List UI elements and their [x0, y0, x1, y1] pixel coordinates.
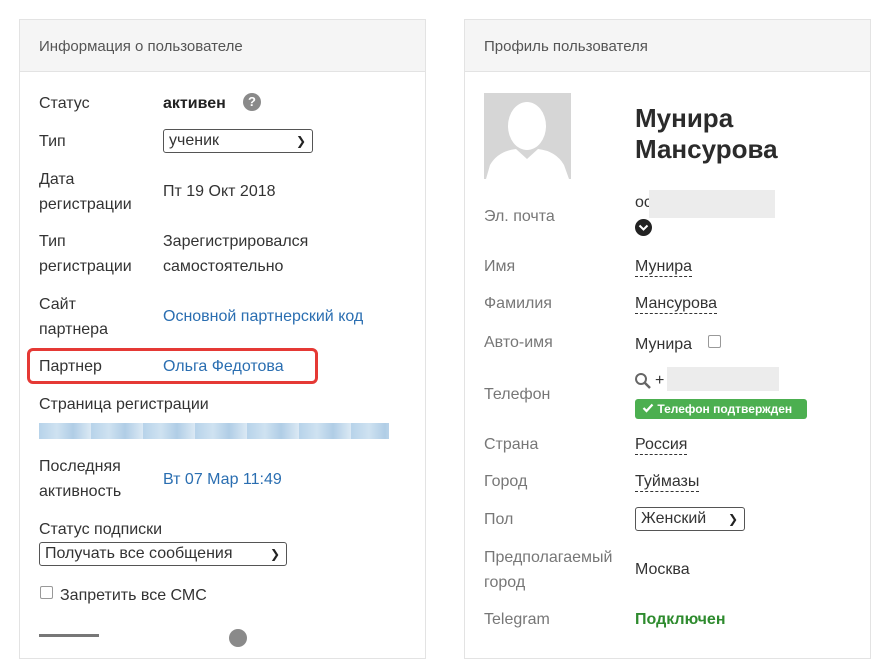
reg-date-label-line2: регистрации [39, 196, 132, 213]
phone-verified-text: Телефон подтвержден [657, 402, 793, 416]
partner-label: Партнер [39, 358, 102, 375]
reg-page-url-redacted[interactable] [39, 423, 389, 439]
help-icon[interactable] [229, 629, 247, 647]
city-label: Город [484, 473, 528, 490]
reg-type-value-line2: самостоятельно [163, 258, 284, 275]
search-icon[interactable] [634, 372, 652, 390]
status-label: Статус [39, 95, 90, 112]
city-value[interactable]: Туймазы [635, 473, 700, 492]
last-active-label-line2: активность [39, 483, 122, 500]
avatar-silhouette-icon [484, 93, 571, 179]
assumed-city-label-line1: Предполагаемый [484, 549, 613, 566]
check-icon [642, 403, 654, 413]
chevron-down-icon: ❯ [295, 134, 306, 148]
assumed-city-value: Москва [635, 561, 690, 578]
telegram-label: Telegram [484, 611, 550, 628]
auto-name-value: Мунира [635, 336, 693, 353]
subscription-label: Статус подписки [39, 521, 163, 538]
surname-label: Фамилия [484, 295, 552, 312]
country-value[interactable]: Россия [635, 436, 688, 455]
subscription-select-value: Получать все сообщения [45, 545, 233, 562]
phone-redacted [667, 367, 779, 391]
chevron-down-icon: ❯ [727, 512, 738, 526]
assumed-city-label-line2: город [484, 574, 526, 591]
status-value: активен [163, 95, 226, 112]
reg-type-label-line2: регистрации [39, 258, 132, 275]
partner-site-label-line1: Сайт [39, 296, 76, 313]
type-select-value: ученик [169, 132, 220, 149]
block-sms-checkbox[interactable] [40, 586, 53, 599]
type-select[interactable]: ученик ❯ [163, 129, 313, 153]
block-sms-label: Запретить все СМС [60, 587, 207, 604]
chevron-down-icon: ❯ [269, 547, 280, 561]
gender-select-value: Женский [641, 510, 707, 527]
reg-type-value-line1: Зарегистрировался [163, 233, 309, 250]
partner-site-label-line2: партнера [39, 321, 108, 338]
country-label: Страна [484, 436, 539, 453]
profile-last-name: Мансурова [635, 134, 778, 164]
email-label: Эл. почта [484, 208, 555, 225]
reg-date-value: Пт 19 Окт 2018 [163, 183, 276, 200]
telegram-status: Подключен [635, 611, 726, 628]
last-active-link[interactable]: Вт 07 Мар 11:49 [163, 467, 282, 492]
gender-select[interactable]: Женский ❯ [635, 507, 745, 531]
reg-type-label-line1: Тип [39, 233, 66, 250]
name-label: Имя [484, 258, 516, 275]
surname-value[interactable]: Мансурова [635, 295, 718, 314]
phone-verified-badge: Телефон подтвержден [635, 399, 807, 419]
partner-site-link[interactable]: Основной партнерский код [163, 304, 363, 329]
reg-date-label-line1: Дата [39, 171, 75, 188]
cut-off-row [39, 630, 99, 637]
reg-page-label: Страница регистрации [39, 396, 209, 413]
phone-label: Телефон [484, 386, 551, 403]
partner-link[interactable]: Ольга Федотова [163, 354, 284, 379]
subscription-select[interactable]: Получать все сообщения ❯ [39, 542, 287, 566]
name-value[interactable]: Мунира [635, 258, 693, 277]
phone-prefix: + [655, 372, 665, 389]
user-info-panel-title: Информация о пользователе [20, 20, 425, 72]
email-redacted [649, 190, 775, 218]
avatar [484, 93, 571, 179]
help-icon[interactable]: ? [243, 93, 261, 111]
chevron-down-icon[interactable] [635, 219, 652, 236]
last-active-label-line1: Последняя [39, 458, 121, 475]
type-label: Тип [39, 133, 66, 150]
user-profile-panel-title: Профиль пользователя [465, 20, 870, 72]
profile-first-name: Мунира [635, 103, 734, 133]
auto-name-checkbox[interactable] [708, 335, 721, 348]
gender-label: Пол [484, 511, 514, 528]
auto-name-label: Авто-имя [484, 334, 553, 351]
